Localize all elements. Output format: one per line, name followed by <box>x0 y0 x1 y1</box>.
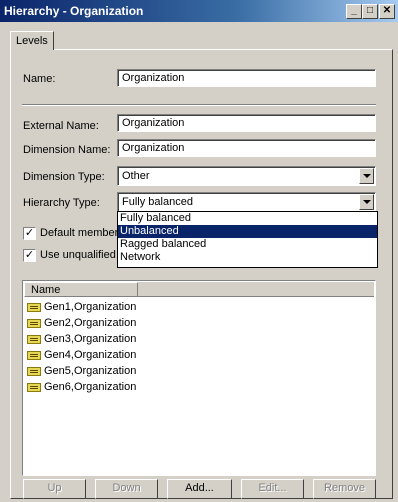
use-unqualified-checkbox[interactable]: ✓ <box>23 249 36 262</box>
level-icon <box>27 303 41 312</box>
tab-levels-label: Levels <box>16 35 48 47</box>
dropdown-option[interactable]: Network <box>118 251 377 264</box>
hierarchy-type-value: Fully balanced <box>122 196 193 208</box>
add-button[interactable]: Add... <box>167 479 232 499</box>
down-button[interactable]: Down <box>95 479 158 499</box>
hierarchy-type-dropdown[interactable]: Fully balanced Unbalanced Ragged balance… <box>117 211 378 268</box>
dimension-name-label: Dimension Name: <box>23 144 111 156</box>
dimension-type-value: Other <box>122 170 150 182</box>
external-name-field[interactable]: Organization <box>117 114 376 132</box>
levels-list[interactable]: Name Gen1,Organization Gen2,Organization… <box>22 280 376 476</box>
level-icon <box>27 383 41 392</box>
up-button[interactable]: Up <box>23 479 86 499</box>
close-button[interactable]: ✕ <box>379 4 395 19</box>
list-item-label: Gen4,Organization <box>44 349 137 361</box>
name-field[interactable]: Organization <box>117 69 376 87</box>
list-item-label: Gen2,Organization <box>44 317 137 329</box>
dropdown-option[interactable]: Ragged balanced <box>118 238 377 251</box>
column-header-name[interactable]: Name <box>24 282 138 297</box>
dimension-name-field[interactable]: Organization <box>117 139 376 157</box>
list-item-label: Gen6,Organization <box>44 381 137 393</box>
hierarchy-type-select[interactable]: Fully balanced <box>117 192 376 212</box>
tab-levels[interactable]: Levels <box>10 31 54 50</box>
edit-button[interactable]: Edit... <box>241 479 304 499</box>
level-icon <box>27 351 41 360</box>
external-name-label: External Name: <box>23 120 99 132</box>
window-title: Hierarchy - Organization <box>4 4 144 18</box>
column-header-filler <box>138 282 374 297</box>
separator <box>22 104 376 106</box>
list-item-label: Gen5,Organization <box>44 365 137 377</box>
level-icon <box>27 335 41 344</box>
dimension-type-label: Dimension Type: <box>23 171 105 183</box>
minimize-button[interactable]: _ <box>346 4 362 19</box>
chevron-down-icon[interactable] <box>359 168 374 184</box>
level-icon <box>27 367 41 376</box>
name-label: Name: <box>23 73 56 85</box>
chevron-down-icon[interactable] <box>359 194 374 210</box>
default-member-checkbox[interactable]: ✓ <box>23 227 36 240</box>
default-member-label: Default member <box>40 227 119 239</box>
title-bar: Hierarchy - Organization _ □ ✕ <box>0 0 398 22</box>
maximize-button[interactable]: □ <box>362 4 378 19</box>
list-item-label: Gen3,Organization <box>44 333 137 345</box>
dimension-type-select[interactable]: Other <box>117 166 376 186</box>
remove-button[interactable]: Remove <box>313 479 376 499</box>
hierarchy-type-label: Hierarchy Type: <box>23 197 100 209</box>
level-icon <box>27 319 41 328</box>
dropdown-option-selected[interactable]: Unbalanced <box>118 225 377 238</box>
dropdown-option[interactable]: Fully balanced <box>118 212 377 225</box>
use-unqualified-label: Use unqualified <box>40 249 116 261</box>
list-item-label: Gen1,Organization <box>44 301 137 313</box>
